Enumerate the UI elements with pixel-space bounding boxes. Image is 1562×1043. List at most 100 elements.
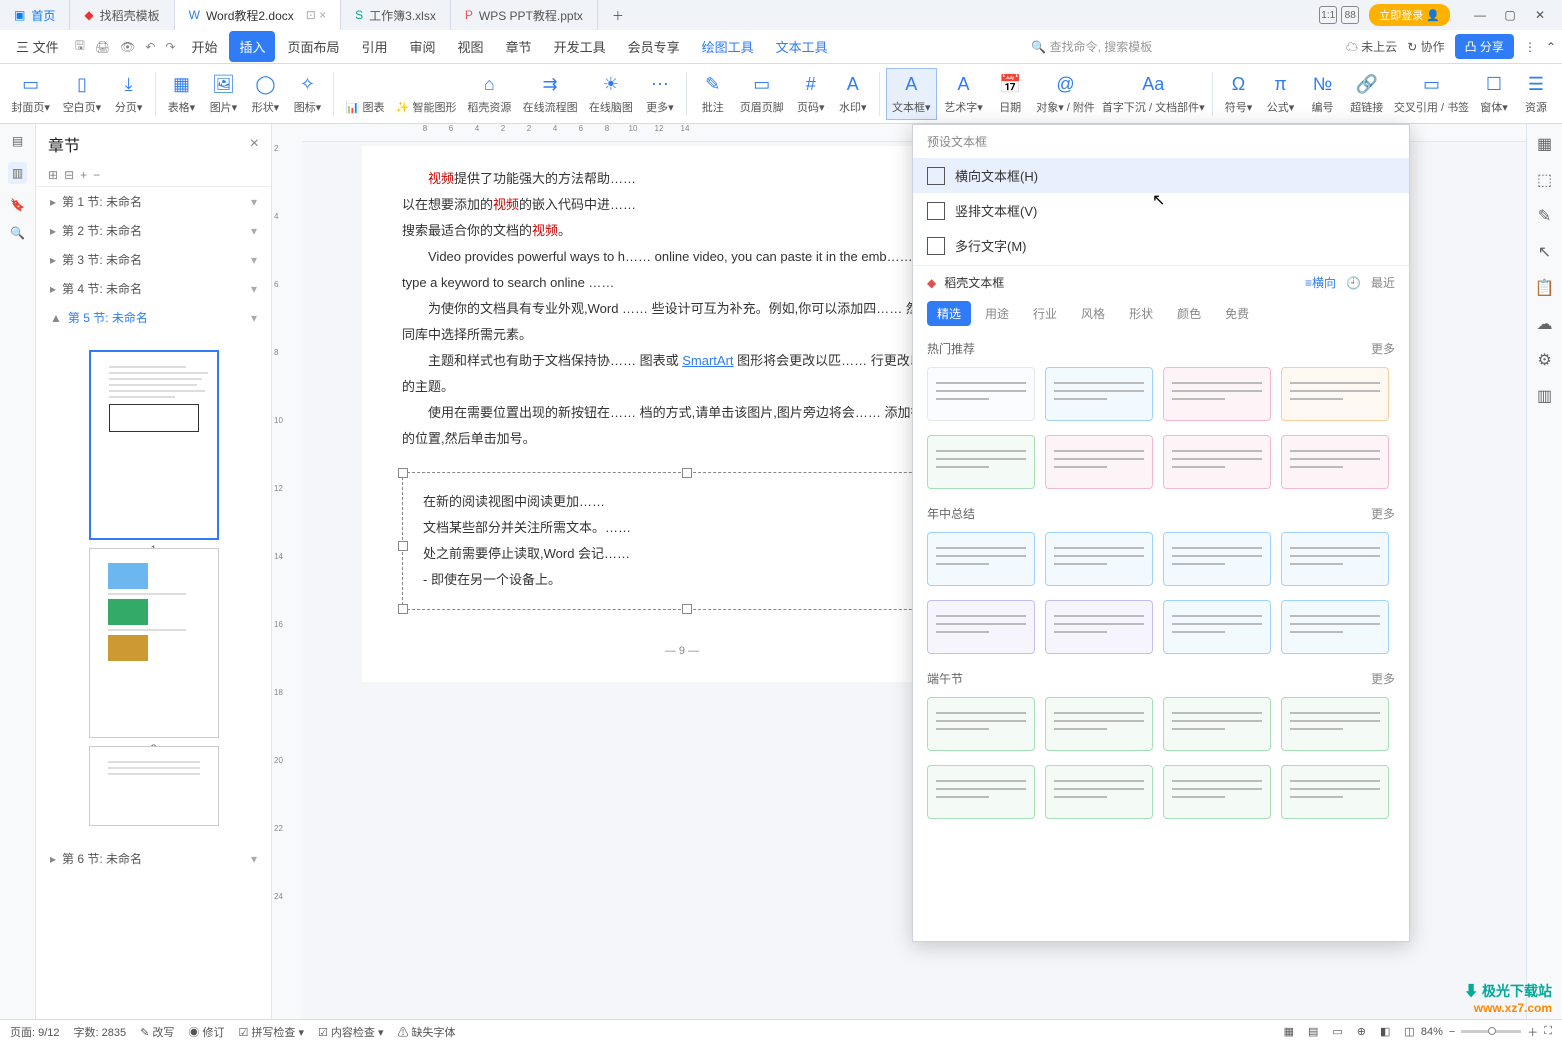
ribbon-分页▾[interactable]: ⤓分页▾ (109, 69, 149, 119)
settings-icon[interactable]: ⚙ (1537, 350, 1551, 370)
textbox-template[interactable] (1281, 367, 1389, 421)
page-status[interactable]: 页面: 9/12 (10, 1024, 60, 1040)
textbox-template[interactable] (927, 697, 1035, 751)
recent-label[interactable]: 最近 (1371, 274, 1395, 291)
word-count[interactable]: 字数: 2835 (74, 1024, 127, 1040)
more-link[interactable]: 更多 (1371, 340, 1395, 357)
ribbon-批注[interactable]: ✎批注 (693, 69, 733, 119)
textbox-template[interactable] (1163, 532, 1271, 586)
zoom-slider[interactable] (1461, 1030, 1521, 1033)
ribbon-页眉页脚[interactable]: ▭页眉页脚 (735, 69, 789, 119)
search-icon[interactable]: 🔍 (10, 226, 25, 240)
ribbon-在线流程图[interactable]: ⇉在线流程图 (518, 69, 582, 119)
style-icon[interactable]: ⬚ (1537, 170, 1552, 190)
remove-icon[interactable]: − (93, 168, 100, 182)
add-icon[interactable]: + (80, 168, 87, 182)
tab-ppt[interactable]: PWPS PPT教程.pptx (451, 0, 598, 30)
window-mode-2[interactable]: 88 (1341, 6, 1359, 24)
ribbon-对象▾ / 附件[interactable]: @对象▾ / 附件 (1032, 69, 1099, 119)
chapter-item[interactable]: ▸第 1 节: 未命名▾ (36, 187, 271, 216)
view-mode-4[interactable]: ⊕ (1357, 1025, 1366, 1038)
chapter-item[interactable]: ▲第 5 节: 未命名▾ (36, 303, 271, 332)
panel-icon[interactable]: ▥ (1537, 386, 1552, 406)
maximize-icon[interactable]: ▢ (1498, 8, 1522, 22)
textbox-template[interactable] (927, 600, 1035, 654)
ribbon-窗体▾[interactable]: ☐窗体▾ (1474, 69, 1514, 119)
textbox-template[interactable] (1045, 600, 1153, 654)
chevron-icon[interactable]: ⌃ (1546, 40, 1556, 54)
filter-tab-精选[interactable]: 精选 (927, 301, 971, 326)
toolbox-icon[interactable]: ▦ (1537, 134, 1552, 154)
textbox-template[interactable] (1163, 765, 1271, 819)
textbox-template[interactable] (1163, 697, 1271, 751)
filter-tab-形状[interactable]: 形状 (1119, 301, 1163, 326)
close-icon[interactable]: ⊡ × (306, 8, 326, 22)
filter-tab-用途[interactable]: 用途 (975, 301, 1019, 326)
page-thumb-1[interactable]: 1 (89, 350, 219, 540)
document-page[interactable]: 视频提供了功能强大的方法帮助…… 以在想要添加的视频的嵌入代码中进…… 搜索最适… (362, 146, 1002, 682)
track-changes[interactable]: ◉ 修订 (188, 1024, 224, 1040)
window-mode-1[interactable]: 1:1 (1319, 6, 1337, 24)
more-icon[interactable]: ⋮ (1524, 40, 1536, 54)
page-thumb-2[interactable]: 2 (89, 548, 219, 738)
ribbon-✨ 智能图形[interactable]: ✨ 智能图形 (392, 69, 461, 119)
zoom-out[interactable]: − (1449, 1026, 1455, 1038)
textbox-option[interactable]: 横向文本框(H) (913, 158, 1409, 193)
content-check[interactable]: ☑ 内容检查 ▾ (318, 1024, 384, 1040)
edit-mode[interactable]: ✎ 改写 (140, 1024, 174, 1040)
collapse-icon[interactable]: ⊟ (64, 168, 74, 182)
login-button[interactable]: 立即登录 👤 (1369, 4, 1450, 26)
chapter-item[interactable]: ▸第 4 节: 未命名▾ (36, 274, 271, 303)
filter-tab-行业[interactable]: 行业 (1023, 301, 1067, 326)
textbox-template[interactable] (1281, 435, 1389, 489)
ribbon-首字下沉 / 文档部件▾[interactable]: Aa首字下沉 / 文档部件▾ (1101, 69, 1206, 119)
ribbon-稻壳资源[interactable]: ⌂稻壳资源 (462, 69, 516, 119)
ribbon-页码▾[interactable]: #页码▾ (791, 69, 831, 119)
menu-引用[interactable]: 引用 (352, 31, 398, 62)
undo-icon[interactable]: ↶ (141, 40, 159, 54)
view-mode-5[interactable]: ◧ (1380, 1025, 1390, 1038)
expand-icon[interactable]: ⊞ (48, 168, 58, 182)
ribbon-在线脑图[interactable]: ☀在线脑图 (584, 69, 638, 119)
textbox-template[interactable] (1281, 600, 1389, 654)
more-link[interactable]: 更多 (1371, 670, 1395, 687)
ribbon-📊 图表[interactable]: 📊 图表 (340, 69, 390, 119)
fit-icon[interactable]: ◫ (1404, 1025, 1414, 1038)
redo-icon[interactable]: ↷ (161, 40, 179, 54)
layers-icon[interactable]: ▥ (8, 162, 27, 184)
filter-tab-风格[interactable]: 风格 (1071, 301, 1115, 326)
tab-docer-template[interactable]: ◆找稻壳模板 (70, 0, 174, 30)
more-link[interactable]: 更多 (1371, 505, 1395, 522)
new-tab[interactable]: ＋ (598, 0, 638, 30)
save-icon[interactable]: 🖫 (71, 36, 89, 57)
collab-button[interactable]: ↻ 协作 (1407, 38, 1444, 55)
menu-会员专享[interactable]: 会员专享 (618, 31, 690, 62)
textbox-template[interactable] (1045, 532, 1153, 586)
ribbon-日期[interactable]: 📅日期 (990, 69, 1030, 119)
textbox-template[interactable] (927, 765, 1035, 819)
textbox-template[interactable] (1163, 600, 1271, 654)
textbox-template[interactable] (1163, 367, 1271, 421)
fullscreen-icon[interactable]: ⛶ (1544, 1025, 1552, 1038)
minimize-icon[interactable]: — (1468, 8, 1492, 22)
ribbon-图标▾[interactable]: ✧图标▾ (287, 69, 327, 119)
ribbon-表格▾[interactable]: ▦表格▾ (161, 69, 201, 119)
textbox-template[interactable] (1281, 532, 1389, 586)
textbox-template[interactable] (1281, 697, 1389, 751)
textbox-template[interactable] (1045, 435, 1153, 489)
ribbon-符号▾[interactable]: Ω符号▾ (1219, 69, 1259, 119)
bookmark-icon[interactable]: 🔖 (10, 198, 25, 212)
ribbon-公式▾[interactable]: π公式▾ (1261, 69, 1301, 119)
textbox-option[interactable]: 竖排文本框(V) (913, 193, 1409, 228)
ribbon-编号[interactable]: №编号 (1303, 69, 1343, 119)
textbox-option[interactable]: 多行文字(M) (913, 228, 1409, 263)
ribbon-交叉引用 / 书签[interactable]: ▭交叉引用 / 书签 (1391, 69, 1472, 119)
ribbon-艺术字▾[interactable]: A艺术字▾ (939, 69, 988, 119)
ribbon-水印▾[interactable]: A水印▾ (833, 69, 873, 119)
tab-xlsx[interactable]: S工作簿3.xlsx (341, 0, 451, 30)
menu-页面布局[interactable]: 页面布局 (277, 31, 349, 62)
view-mode-2[interactable]: ▤ (1308, 1025, 1318, 1038)
pen-icon[interactable]: ✎ (1538, 206, 1551, 226)
textbox-template[interactable] (1045, 697, 1153, 751)
menu-文本工具[interactable]: 文本工具 (766, 31, 838, 62)
